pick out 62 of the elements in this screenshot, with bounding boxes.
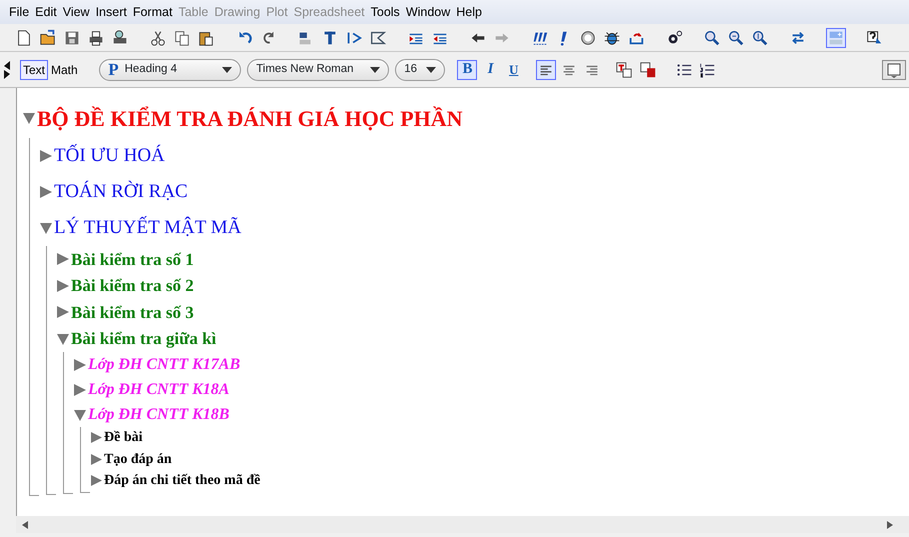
expand-icon[interactable]	[57, 280, 69, 292]
menu-item[interactable]: Edit	[32, 2, 60, 22]
collapse-icon[interactable]	[40, 222, 52, 234]
menu-item[interactable]: View	[60, 2, 93, 22]
section-heading: Đề bài	[104, 429, 142, 448]
section-heading: Bài kiểm tra số 3	[71, 302, 194, 324]
caret-icon	[222, 66, 232, 72]
layout-toggle[interactable]	[826, 28, 846, 48]
section-heading: Bài kiểm tra số 1	[71, 248, 194, 270]
text-color-button[interactable]	[614, 60, 634, 80]
section-heading: Lớp ĐH CNTT K18A	[88, 380, 230, 400]
italic-button[interactable]: I	[480, 60, 501, 80]
expand-icon[interactable]	[74, 384, 86, 396]
panel-icon	[886, 62, 902, 78]
new-document-icon	[15, 28, 33, 48]
collapse-icon[interactable]	[74, 408, 86, 420]
collapse-icon[interactable]	[57, 332, 69, 345]
section-heading: Tạo đáp án	[104, 450, 172, 469]
menu-item[interactable]: File	[6, 2, 32, 22]
font-dropdown[interactable]: Times New Roman	[247, 58, 390, 80]
expand-icon[interactable]	[74, 358, 86, 370]
style-icon: P	[108, 61, 119, 78]
open-folder-button[interactable]	[38, 28, 58, 48]
highlight-color-button[interactable]	[638, 60, 658, 80]
highlight-color-icon	[638, 60, 657, 80]
menu-item[interactable]: Window	[402, 2, 454, 22]
underline-button[interactable]: U	[504, 60, 524, 80]
text-color-icon	[615, 60, 634, 80]
menu-item[interactable]: Tools	[368, 2, 403, 22]
align-left-button[interactable]	[536, 60, 556, 80]
expand-icon[interactable]	[40, 150, 52, 162]
expand-icon[interactable]	[91, 475, 102, 486]
style-dropdown[interactable]: P Heading 4	[99, 58, 242, 80]
expand-icon[interactable]	[40, 186, 52, 198]
expand-icon[interactable]	[57, 253, 69, 266]
section-heading: Bài kiểm tra giữa kì	[71, 328, 216, 350]
section-heading: Lớp ĐH CNTT K17AB	[88, 354, 240, 374]
menu-item[interactable]: Format	[130, 2, 176, 22]
section-heading: TỐI ƯU HOÁ	[54, 143, 165, 168]
sidebar-toggle-button[interactable]	[882, 60, 906, 80]
section-heading: TOÁN RỜI RẠC	[54, 180, 188, 204]
font-size-dropdown[interactable]: 16	[395, 58, 446, 80]
bold-button[interactable]: B	[457, 60, 478, 80]
mode-toggle[interactable]: Math	[48, 60, 81, 80]
section-heading: BỘ ĐỀ KIỂM TRA ĐÁNH GIÁ HỌC PHẦN	[37, 104, 463, 132]
scroll-left-icon[interactable]	[22, 520, 28, 528]
expand-icon[interactable]	[91, 454, 102, 465]
scroll-right-icon[interactable]	[887, 520, 893, 528]
caret-icon	[426, 66, 436, 72]
mode-toggle[interactable]: Text	[20, 60, 48, 80]
section-heading: Đáp án chi tiết theo mã đề	[104, 472, 260, 490]
section-heading: Lớp ĐH CNTT K18B	[88, 404, 230, 424]
menu-item[interactable]: Insert	[92, 2, 130, 22]
section-heading: Bài kiểm tra số 2	[71, 275, 194, 297]
toolbar-collapse-icon[interactable]	[3, 60, 11, 78]
expand-icon[interactable]	[57, 306, 69, 318]
open-folder-icon	[39, 28, 57, 48]
caret-icon	[370, 66, 380, 72]
collapse-icon[interactable]	[23, 112, 35, 124]
section-heading: LÝ THUYẾT MẬT MÃ	[54, 215, 242, 240]
menu-item[interactable]: Help	[453, 2, 485, 22]
expand-icon[interactable]	[91, 432, 102, 444]
